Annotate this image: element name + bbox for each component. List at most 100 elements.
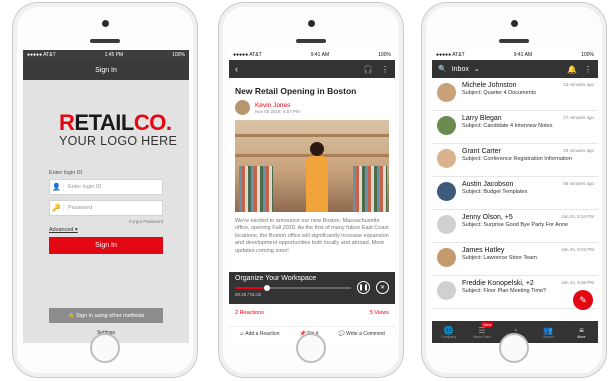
message-subject: Subject: Candidate 4 Interview Notes (462, 123, 553, 129)
search-icon[interactable]: 🔍 (438, 65, 447, 73)
sign-in-screen: ●●●●● AT&T 1:45 PM 100% Sign In RETAILCO… (23, 50, 189, 343)
tab-icon: 👥 (543, 325, 554, 335)
message-list: Michele Johnston Subject: Quarter 4 Docum… (432, 78, 598, 309)
avatar[interactable] (437, 182, 456, 201)
camera (510, 20, 518, 27)
header: Sign In (23, 60, 189, 80)
login-id-field[interactable]: 👤 Enter login ID (49, 179, 163, 195)
header-actions: 🔔 ⋮ (567, 65, 592, 74)
home-button[interactable] (499, 333, 529, 363)
list-item[interactable]: Grant Carter Subject: Conference Registra… (432, 144, 598, 177)
tab-label: Company (441, 334, 457, 339)
list-item[interactable]: Larry Blegan Subject: Candidate 4 Intervi… (432, 111, 598, 144)
battery: 100% (378, 52, 391, 58)
head (310, 142, 324, 156)
list-item[interactable]: Austin Jacobson Subject: Budget Templates… (432, 177, 598, 210)
header-left: 🔍 Inbox ⌄ (438, 65, 480, 74)
shopper-figure (305, 142, 329, 212)
new-badge: New (481, 322, 494, 327)
progress-handle[interactable] (264, 285, 271, 291)
speaker (499, 39, 529, 43)
list-item[interactable]: Jenny Olson, +5 Subject: Surprise Good By… (432, 210, 598, 243)
home-button[interactable] (90, 333, 120, 363)
avatar[interactable] (437, 215, 456, 234)
message-time: Jan 24, 9:02 PM (561, 247, 594, 252)
sign-in-button[interactable]: Sign In (49, 237, 163, 254)
advanced-toggle[interactable]: Advanced ▾ (49, 227, 163, 233)
phone-sign-in: ●●●●● AT&T 1:45 PM 100% Sign In RETAILCO… (12, 2, 198, 378)
author-row: Kevin Jones Nov 05 2018, 6:57 PM (229, 100, 395, 115)
views-count[interactable]: 5 Views (370, 310, 389, 316)
header: ‹ 🎧 ⋮ (229, 60, 395, 78)
bell-icon[interactable]: 🔔 (567, 65, 577, 74)
camera (101, 20, 109, 27)
tab-label: News Feed (472, 334, 491, 339)
message-subject: Subject: Budget Templates (462, 189, 528, 195)
key-icon: 🔑 (50, 204, 64, 212)
phone-inbox: ●●●●● AT&T 9:41 AM 100% 🔍 Inbox ⌄ 🔔 ⋮ Mi… (421, 2, 607, 378)
tab-company[interactable]: 🌐 Company (432, 321, 465, 343)
shelf (235, 134, 389, 137)
avatar[interactable] (437, 83, 456, 102)
clock: 1:45 PM (104, 52, 124, 58)
add-reaction-button[interactable]: ☺ Add a Reaction (239, 331, 279, 337)
back-icon[interactable]: ‹ (235, 64, 238, 74)
comment-button[interactable]: 💬 Write a Comment (338, 331, 384, 337)
author-name[interactable]: Kevin Jones (255, 102, 300, 109)
clock: 9:41 AM (513, 52, 533, 58)
password-placeholder: Password (68, 205, 93, 211)
user-icon: 👤 (50, 183, 64, 191)
login-id-placeholder: Enter login ID (68, 184, 102, 190)
page-title[interactable]: Inbox (452, 66, 469, 73)
reactions-count[interactable]: 2 Reactions (235, 310, 264, 316)
message-time: Jan 24, 9:35 PM (561, 280, 594, 285)
progress-bar[interactable] (235, 285, 351, 291)
more-icon[interactable]: ⋮ (584, 65, 592, 74)
message-subject: Subject: Conference Registration Informa… (462, 156, 572, 162)
message-subject: Subject: Lawrence Store Team (462, 255, 537, 261)
carrier: ●●●●● AT&T (27, 52, 56, 58)
compose-button[interactable]: ✎ (573, 290, 593, 310)
message-subject: Subject: Surprise Good Bye Party For Ann… (462, 222, 569, 228)
avatar[interactable] (437, 281, 456, 300)
chevron-down-icon[interactable]: ⌄ (474, 65, 480, 73)
login-form: Enter login ID 👤 Enter login ID 🔑 Passwo… (49, 170, 163, 254)
message-time: 23 minutes ago (563, 148, 594, 153)
headphones-icon[interactable]: 🎧 (363, 65, 373, 74)
stage: ●●●●● AT&T 1:45 PM 100% Sign In RETAILCO… (0, 0, 611, 381)
avatar[interactable] (437, 248, 456, 267)
author-info: Kevin Jones Nov 05 2018, 6:57 PM (255, 102, 300, 114)
post-photo (235, 120, 389, 212)
tab-icon: 🌐 (443, 325, 454, 335)
clock: 9:41 AM (310, 52, 330, 58)
message-time: 17 minutes ago (563, 115, 594, 120)
speaker (296, 39, 326, 43)
tab-groups[interactable]: 👥 Groups (532, 321, 565, 343)
more-icon[interactable]: ⋮ (381, 65, 389, 74)
tab-label: More (577, 334, 586, 339)
avatar[interactable] (437, 116, 456, 135)
password-field[interactable]: 🔑 Password (49, 200, 163, 216)
post-screen: ●●●●● AT&T 9:41 AM 100% ‹ 🎧 ⋮ New Retail… (229, 50, 395, 343)
tab-news-feed[interactable]: ☰ News Feed New (465, 321, 498, 343)
status-bar: ●●●●● AT&T 9:41 AM 100% (432, 50, 598, 60)
close-icon[interactable]: ✕ (376, 281, 389, 294)
avatar[interactable] (437, 149, 456, 168)
forgot-password-link[interactable]: Forgot Password (49, 219, 163, 224)
message-subject: Subject: Quarter 4 Documents (462, 90, 536, 96)
brand-name: RETAILCO. (59, 110, 189, 136)
clothing-rack (353, 166, 387, 212)
home-button[interactable] (296, 333, 326, 363)
list-item[interactable]: Michele Johnston Subject: Quarter 4 Docum… (432, 78, 598, 111)
camera (307, 20, 315, 27)
tab-more[interactable]: ≡ More (565, 321, 598, 343)
carrier: ●●●●● AT&T (233, 52, 262, 58)
brand-suffix: CO. (133, 110, 172, 135)
header-actions: 🎧 ⋮ (363, 65, 389, 74)
progress-fill (235, 287, 268, 289)
other-methods-button[interactable]: 🔒 Sign in using other methods (49, 308, 163, 323)
avatar[interactable] (235, 100, 250, 115)
list-item[interactable]: James Hatley Subject: Lawrence Store Team… (432, 243, 598, 276)
pause-icon[interactable]: ❚❚ (357, 281, 370, 294)
brand-rest: ETAIL (74, 110, 134, 135)
